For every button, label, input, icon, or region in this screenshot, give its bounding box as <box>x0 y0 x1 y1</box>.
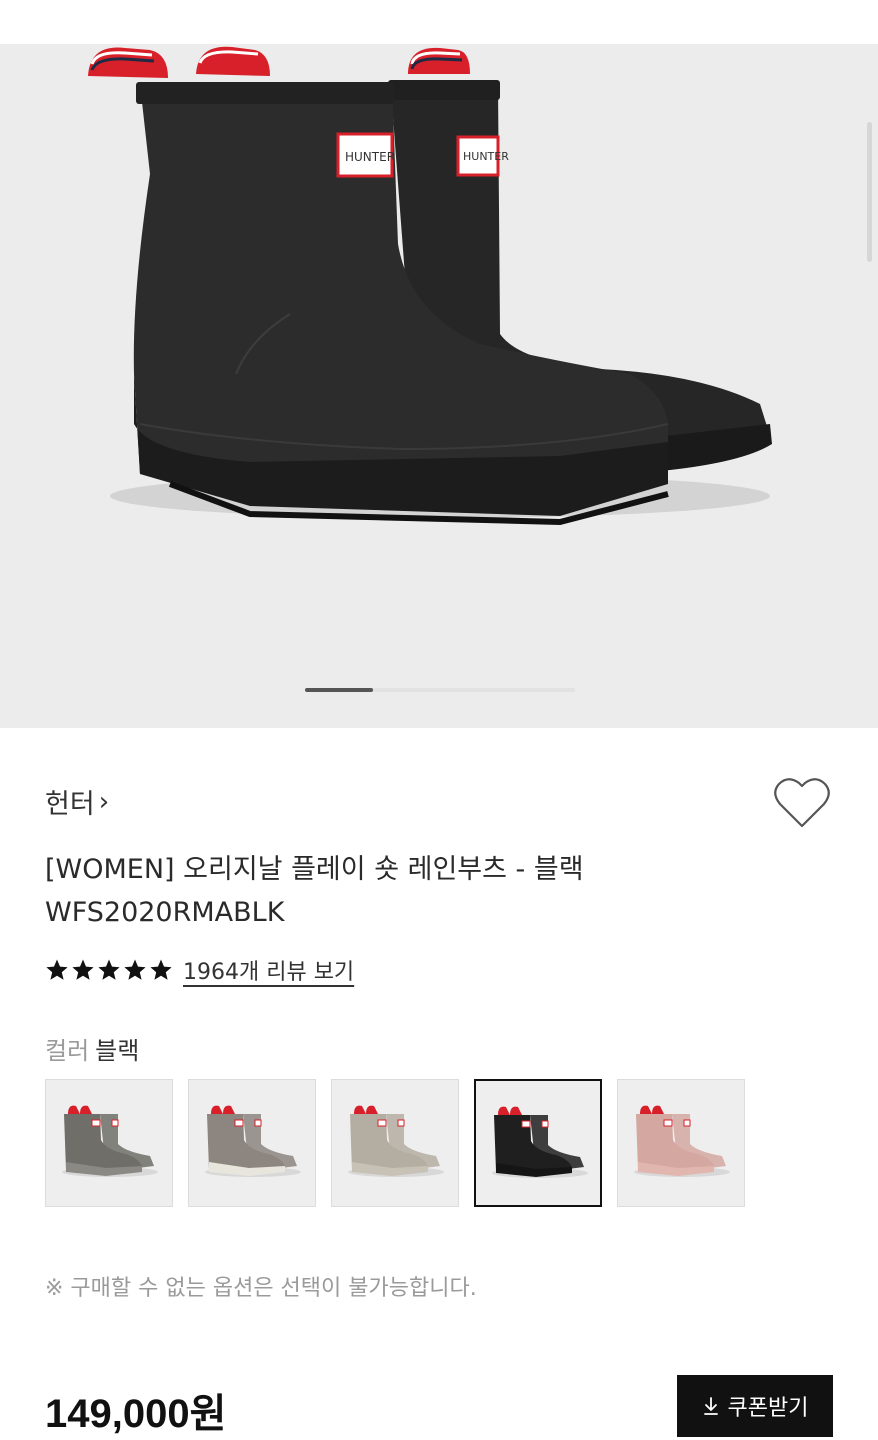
download-icon <box>703 1397 718 1415</box>
product-image-carousel[interactable]: HUNTER HUNTER <box>0 44 878 728</box>
color-option-label: 컬러 블랙 <box>45 1031 139 1066</box>
swatch-boot-image <box>205 1105 301 1177</box>
star-icon <box>46 959 68 980</box>
star-icon <box>72 959 94 980</box>
option-notice: ※ 구매할 수 없는 옵션은 선택이 불가능합니다. <box>45 1276 477 1301</box>
swatch-boot-image <box>62 1105 158 1177</box>
color-swatch-gray[interactable] <box>45 1079 173 1207</box>
status-bar-spacer <box>0 0 878 44</box>
carousel-pager-indicator <box>305 688 373 692</box>
product-price: 149,000원 <box>45 1392 227 1436</box>
color-swatch-taupe-white[interactable] <box>188 1079 316 1207</box>
swatch-boot-image <box>348 1105 444 1177</box>
heart-outline-icon <box>774 778 830 828</box>
product-title-line1: [WOMEN] 오리지날 플레이 숏 레인부츠 - 블랙 <box>45 854 584 885</box>
chevron-right-icon: › <box>98 786 110 817</box>
review-link[interactable]: 1964개 리뷰 보기 <box>183 954 354 986</box>
rating-stars <box>45 958 173 982</box>
product-title: [WOMEN] 오리지날 플레이 숏 레인부츠 - 블랙 WFS2020RMAB… <box>45 848 745 934</box>
brand-link[interactable]: 헌터 › <box>45 782 109 821</box>
coupon-button-label: 쿠폰받기 <box>727 1396 809 1421</box>
hero-logo-text: HUNTER <box>345 150 395 164</box>
image-scrollbar[interactable] <box>867 122 872 262</box>
star-icon <box>98 959 120 980</box>
swatch-boot-image <box>492 1106 588 1178</box>
star-icon <box>150 959 172 980</box>
star-icon <box>124 959 146 980</box>
rating-row: 1964개 리뷰 보기 <box>45 954 354 986</box>
product-model-code: WFS2020RMABLK <box>45 897 285 928</box>
wishlist-button[interactable] <box>773 776 831 830</box>
swatch-boot-image <box>634 1105 730 1177</box>
carousel-pager <box>305 688 575 692</box>
color-swatch-beige[interactable] <box>331 1079 459 1207</box>
color-swatch-black[interactable] <box>474 1079 602 1207</box>
brand-name: 헌터 <box>45 789 95 820</box>
color-swatch-list <box>45 1079 745 1207</box>
coupon-download-button[interactable]: 쿠폰받기 <box>677 1375 833 1437</box>
color-selected-value: 블랙 <box>95 1037 140 1065</box>
hero-logo-text-back: HUNTER <box>463 150 509 163</box>
color-label: 컬러 <box>45 1037 90 1065</box>
product-main-image: HUNTER HUNTER <box>88 46 772 526</box>
color-swatch-pink[interactable] <box>617 1079 745 1207</box>
